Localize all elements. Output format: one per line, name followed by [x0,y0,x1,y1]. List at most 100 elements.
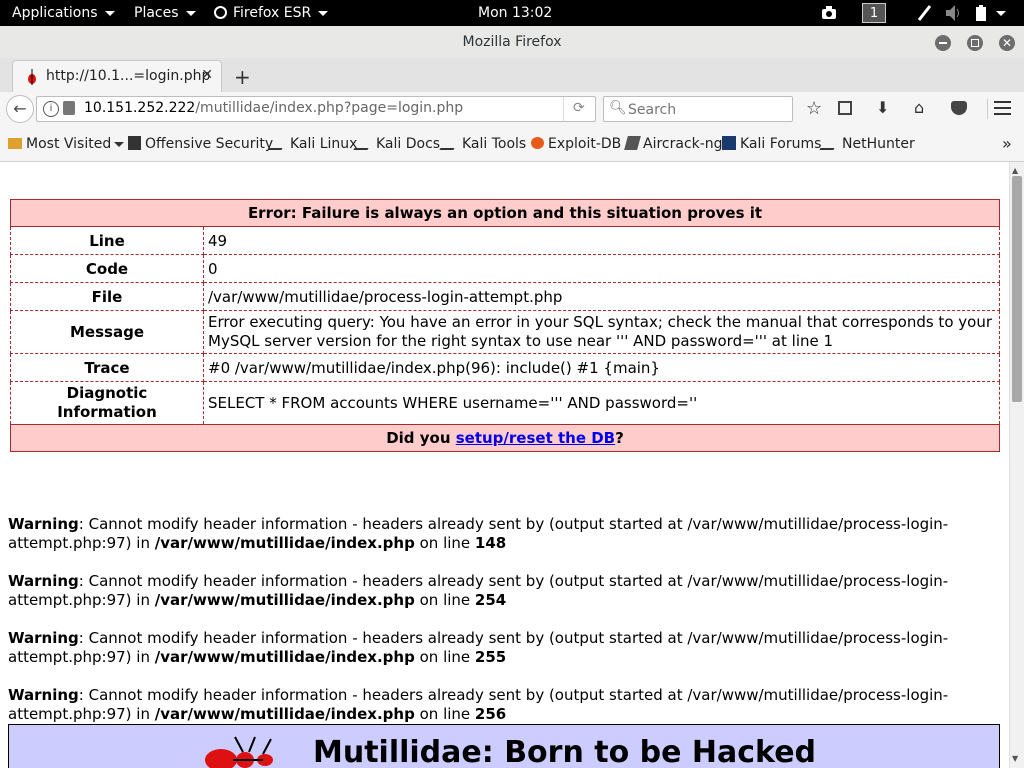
kali-dragon-icon [819,134,843,150]
firefox-menu-label: Firefox ESR [233,5,312,21]
applications-menu[interactable]: Applications [12,0,115,26]
error-value-diagnostic: SELECT * FROM accounts WHERE username=''… [203,381,1000,425]
bookmark-label: Kali Tools [462,136,527,152]
bookmark-label: Kali Forums [740,136,822,152]
bookmark-aircrack-ng[interactable]: Aircrack-ng [624,126,723,162]
bookmark-label: Aircrack-ng [643,136,723,152]
error-label-code: Code [10,254,204,283]
mutillidae-favicon-icon [28,69,36,85]
gnome-top-bar: Applications Places Firefox ESR Mon 13:0… [0,0,1024,26]
places-menu[interactable]: Places [134,0,196,26]
workspace-indicator[interactable]: 1 [862,3,886,23]
new-tab-button[interactable]: + [234,65,251,89]
camera-icon[interactable] [820,0,840,26]
exploit-db-icon [531,137,544,149]
reload-icon[interactable]: ⟳ [573,100,585,116]
bookmark-label: Exploit-DB [548,136,622,152]
warning-message: Warning: Cannot modify header informatio… [8,686,949,723]
bookmark-kali-docs[interactable]: Kali Docs [353,126,441,162]
url-path: /mutillidae/index.php?page=login.php [195,100,464,116]
bookmark-label: Offensive Security [145,136,274,152]
minimize-button[interactable] [935,35,951,51]
search-icon: 🔍︎ [609,100,627,116]
system-menu-chevron-down-icon[interactable] [996,0,1006,26]
banner-title: Mutillidae: Born to be Hacked [313,735,817,768]
downloads-icon[interactable]: ⬇ [876,98,889,117]
bookmark-label: Most Visited [26,136,112,152]
reading-list-icon[interactable] [838,101,852,115]
close-icon: ✕ [1001,36,1013,50]
bookmark-kali-linux[interactable]: Kali Linux [267,126,357,162]
info-icon[interactable]: i [43,101,59,117]
setup-reset-db-link[interactable]: setup/reset the DB [456,429,615,447]
network-icon[interactable] [916,0,932,26]
error-value-code: 0 [203,254,1000,283]
error-label-file: File [10,282,204,311]
bookmark-nethunter[interactable]: NetHunter [819,126,915,162]
bookmark-offensive-security[interactable]: Offensive Security [128,126,273,162]
error-value-trace: #0 /var/www/mutillidae/index.php(96): in… [203,353,1000,382]
error-value-message: Error executing query: You have an error… [203,310,1000,354]
bookmark-kali-forums[interactable]: Kali Forums [722,126,821,162]
firefox-icon [214,6,227,19]
close-window-button[interactable]: ✕ [999,35,1015,51]
page-content: Error: Failure is always an option and t… [0,162,1009,768]
volume-icon[interactable] [944,0,962,26]
vertical-scrollbar[interactable]: ▲ ▼ [1009,162,1024,768]
firefox-app-menu[interactable]: Firefox ESR [214,0,329,26]
navigation-bar: ← i 10.151.252.222/mutillidae/index.php?… [0,92,1024,126]
insecure-lock-icon[interactable] [63,101,75,115]
kali-forums-icon [722,136,736,150]
offsec-icon [128,136,141,150]
pocket-icon[interactable] [951,101,967,115]
back-button[interactable]: ← [6,95,34,123]
error-label-diagnostic: Diagnotic Information [10,381,204,425]
window-title: Mozilla Firefox [462,34,562,50]
error-footer-prefix: Did you [386,429,456,447]
error-value-line: 49 [203,226,1000,255]
bookmark-star-icon[interactable]: ☆ [806,98,822,119]
error-header: Error: Failure is always an option and t… [10,199,1000,227]
search-input[interactable] [626,99,790,121]
url-host: 10.151.252.222 [84,100,196,116]
bookmark-label: Kali Docs [376,136,441,152]
error-footer: Did you setup/reset the DB? [10,424,1000,452]
warning-message: Warning: Cannot modify header informatio… [8,572,949,609]
url-bar[interactable]: i 10.151.252.222/mutillidae/index.php?pa… [36,96,596,122]
bookmark-exploit-db[interactable]: Exploit-DB [531,126,621,162]
warning-message: Warning: Cannot modify header informatio… [8,515,949,552]
battery-icon[interactable] [974,0,988,26]
bookmarks-overflow-chevron-icon[interactable]: » [1002,126,1012,162]
scroll-up-arrow-icon[interactable]: ▲ [1012,166,1018,175]
home-icon[interactable]: ⌂ [914,98,924,117]
window-title-bar: Mozilla Firefox ✕ [0,26,1024,59]
search-bar[interactable]: 🔍︎ [603,96,793,122]
error-footer-suffix: ? [615,429,624,447]
bookmark-label: NetHunter [842,136,915,152]
clock[interactable]: Mon 13:02 [478,0,552,26]
bookmark-most-visited[interactable]: Most Visited [8,126,125,162]
mutillidae-ant-logo-icon [205,736,273,768]
aircrack-icon [624,136,641,150]
bookmarks-toolbar: Most Visited Offensive Security Kali Lin… [0,126,1024,162]
error-value-file: /var/www/mutillidae/process-login-attemp… [203,282,1000,311]
error-table: Error: Failure is always an option and t… [10,199,1000,452]
warning-message: Warning: Cannot modify header informatio… [8,629,949,666]
scrollbar-thumb[interactable] [1012,176,1022,402]
hamburger-menu-icon[interactable] [994,101,1011,115]
maximize-button[interactable] [967,35,983,51]
close-tab-icon[interactable]: ✕ [201,67,213,83]
error-label-trace: Trace [10,353,204,382]
bookmark-kali-tools[interactable]: Kali Tools [439,126,527,162]
tab-strip: http://10.1...=login.php ✕ + [0,58,1024,92]
error-label-line: Line [10,226,204,255]
kali-dragon-icon [439,134,463,150]
scroll-down-arrow-icon[interactable]: ▼ [1012,754,1018,763]
folder-icon [8,138,22,149]
maximize-icon [971,39,979,47]
tab-label: http://10.1...=login.php [46,68,211,84]
places-label: Places [134,5,179,21]
applications-label: Applications [12,5,98,21]
tab-login[interactable]: http://10.1...=login.php ✕ [12,60,222,92]
minimize-icon [939,42,947,44]
